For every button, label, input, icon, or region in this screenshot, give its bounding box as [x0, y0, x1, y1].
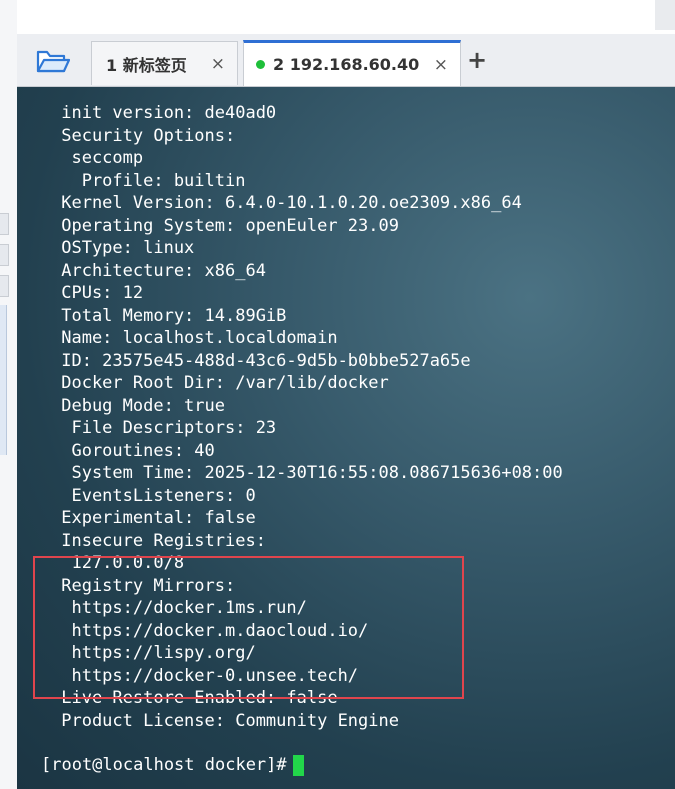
terminal-line: OSType: linux — [51, 238, 195, 258]
terminal-line: https://docker.m.daocloud.io/ — [51, 620, 369, 641]
terminal-line: https://docker.1ms.run/ — [51, 598, 307, 618]
add-tab-button[interactable]: + — [467, 48, 487, 72]
folder-open-icon — [36, 50, 70, 73]
terminal-line: ID: 23575e45-488d-43c6-9d5b-b0bbe527a65e — [51, 350, 471, 371]
terminal-line: https://lispy.org/ — [51, 643, 256, 663]
terminal-line: Insecure Registries: — [51, 530, 266, 551]
open-session-button[interactable] — [33, 44, 73, 78]
terminal-line: https://docker-0.unsee.tech/ — [51, 665, 359, 686]
terminal-line: 127.0.0.0/8 — [51, 553, 185, 573]
terminal-line: Product License: Community Engine — [51, 710, 399, 731]
background-window-control — [0, 213, 9, 235]
terminal-line: Name: localhost.localdomain — [51, 328, 338, 348]
terminal-line: CPUs: 12 — [51, 283, 144, 303]
terminal-output[interactable]: init version: de40ad0 Security Options: … — [17, 87, 675, 789]
background-window-control — [0, 244, 9, 266]
terminal-line: Debug Mode: true — [51, 395, 225, 416]
terminal-line: Registry Mirrors: — [51, 575, 236, 596]
terminal-prompt[interactable]: [root@localhost docker]# — [41, 754, 304, 776]
prompt-text: [root@localhost docker]# — [41, 755, 287, 775]
tab-label: 2 192.168.60.40 — [273, 55, 420, 74]
terminal-line: Kernel Version: 6.4.0-10.1.0.20.oe2309.x… — [51, 193, 522, 213]
tab-label: 1 新标签页 — [106, 55, 187, 75]
background-window-control — [0, 275, 9, 297]
connection-status-icon — [256, 60, 265, 69]
terminal-line: init version: de40ad0 — [51, 103, 277, 123]
terminal-line: System Time: 2025-12-30T16:55:08.0867156… — [51, 463, 563, 483]
terminal-cursor — [292, 754, 304, 776]
terminal-line: Total Memory: 14.89GiB — [51, 305, 287, 326]
close-tab-icon[interactable]: × — [434, 55, 448, 75]
terminal-line: Architecture: x86_64 — [51, 260, 266, 281]
terminal-text: init version: de40ad0 Security Options: … — [51, 102, 563, 732]
tab-bar: 1 新标签页 × 2 192.168.60.40 × + — [17, 34, 675, 87]
tab-new-tab[interactable]: 1 新标签页 × — [91, 41, 238, 85]
title-bar-control — [655, 0, 675, 30]
terminal-line: Docker Root Dir: /var/lib/docker — [51, 373, 389, 393]
terminal-line: Security Options: — [51, 125, 236, 146]
background-window-edge — [0, 0, 18, 789]
terminal-line: Operating System: openEuler 23.09 — [51, 215, 399, 236]
terminal-line: Experimental: false — [51, 508, 256, 528]
terminal-line: Profile: builtin — [51, 170, 246, 191]
close-tab-icon[interactable]: × — [211, 54, 225, 74]
terminal-line: Goroutines: 40 — [51, 440, 215, 461]
terminal-line: EventsListeners: 0 — [51, 485, 256, 506]
terminal-line: File Descriptors: 23 — [51, 418, 277, 438]
title-bar — [17, 0, 675, 34]
terminal-line: Live Restore Enabled: false — [51, 688, 338, 708]
background-window-panel — [0, 305, 7, 455]
terminal-line: seccomp — [51, 148, 144, 168]
tab-ssh-session[interactable]: 2 192.168.60.40 × — [243, 40, 461, 86]
